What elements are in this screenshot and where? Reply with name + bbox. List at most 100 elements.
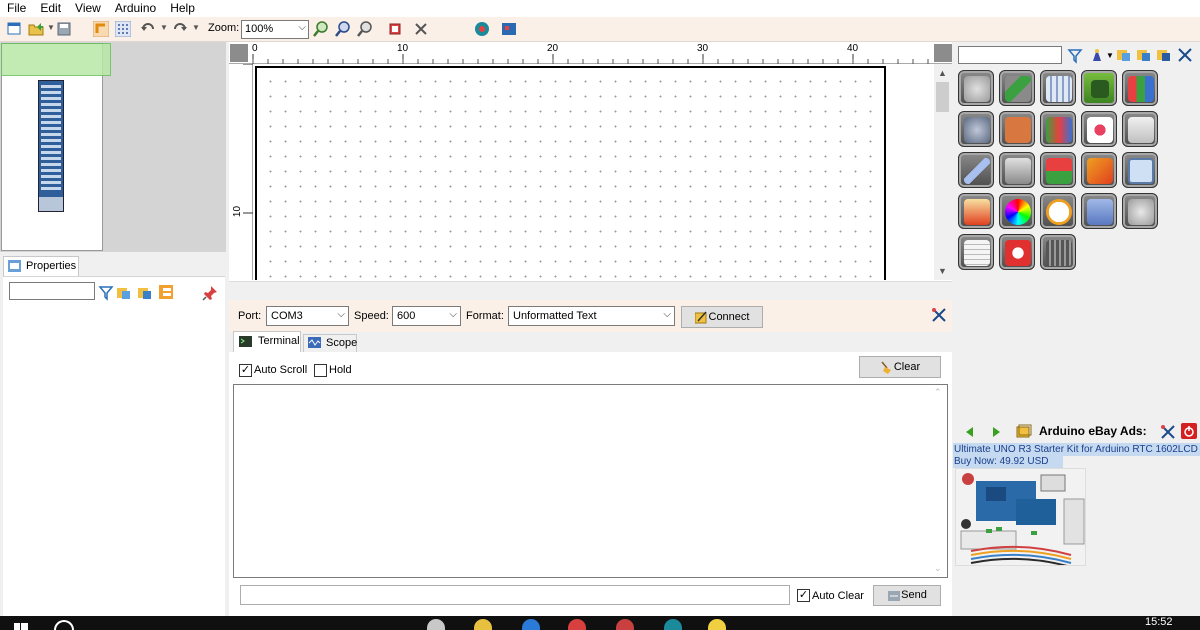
snap-icon[interactable] — [93, 21, 109, 37]
menu-edit[interactable]: Edit — [33, 0, 68, 17]
zoom-select[interactable]: 100% ⌵ — [241, 20, 309, 39]
undo-dropdown-caret[interactable]: ▼ — [160, 23, 168, 32]
component-wire-icon[interactable] — [958, 152, 994, 188]
tools-icon[interactable] — [931, 307, 947, 323]
component-icon[interactable] — [387, 21, 403, 37]
component-clock-icon[interactable] — [1040, 193, 1076, 229]
send-button[interactable]: Send — [873, 585, 941, 606]
new-file-icon[interactable] — [6, 21, 22, 37]
tab-terminal[interactable]: Terminal — [233, 331, 301, 352]
open-folder-icon[interactable] — [28, 21, 44, 37]
ad-title-link[interactable]: Ultimate UNO R3 Starter Kit for Arduino … — [953, 443, 1200, 456]
redo-icon[interactable] — [172, 21, 188, 37]
connect-button[interactable]: Connect — [681, 306, 763, 328]
scroll-up-icon[interactable]: ▲ — [938, 68, 947, 78]
component-graph-icon[interactable] — [958, 193, 994, 229]
auto-clear-checkbox[interactable]: ✓ — [797, 589, 810, 602]
chevron-down-icon[interactable]: ▼ — [1106, 51, 1114, 60]
folder-icon[interactable] — [474, 619, 492, 630]
component-switches-icon[interactable] — [1040, 152, 1076, 188]
schematic-sheet[interactable] — [255, 66, 886, 280]
tab-scope[interactable]: Scope — [303, 334, 357, 352]
redo-dropdown-caret[interactable]: ▼ — [192, 23, 200, 32]
ad-product-image[interactable] — [955, 468, 1086, 566]
component-calculator-icon[interactable] — [1040, 70, 1076, 106]
emoji-app-icon[interactable] — [708, 619, 726, 630]
component-search-input[interactable] — [958, 46, 1062, 64]
tools-icon[interactable] — [1160, 424, 1176, 440]
zoom-fit-icon[interactable] — [357, 21, 373, 37]
save-icon[interactable] — [56, 21, 72, 37]
zoom-out-icon[interactable] — [335, 21, 351, 37]
send-input[interactable] — [240, 585, 790, 605]
arduino-icon[interactable] — [664, 619, 682, 630]
edge-icon[interactable] — [522, 619, 540, 630]
filter-icon[interactable] — [98, 285, 114, 301]
component-notepad-icon[interactable] — [958, 234, 994, 270]
component-counter-icon[interactable] — [1040, 111, 1076, 147]
taskbar-app-icon[interactable] — [427, 619, 445, 630]
menu-help[interactable]: Help — [163, 0, 202, 17]
component-color-wheel-icon[interactable] — [999, 193, 1035, 229]
component-keypad-icon[interactable] — [1081, 111, 1117, 147]
component-power-icon[interactable] — [999, 234, 1035, 270]
tools-icon[interactable] — [1177, 47, 1193, 63]
ads-list-icon[interactable] — [1016, 424, 1032, 440]
canvas-scroll-thumb[interactable] — [936, 82, 949, 112]
board-icon[interactable] — [501, 21, 517, 37]
component-led-segments-icon[interactable] — [999, 111, 1035, 147]
speed-select[interactable]: 600 ⌵ — [392, 306, 461, 326]
format-select[interactable]: Unformatted Text ⌵ — [508, 306, 675, 326]
properties-search-input[interactable] — [9, 282, 95, 300]
scroll-up-icon[interactable]: ⌃ — [934, 387, 942, 398]
component-robot-icon[interactable] — [999, 152, 1035, 188]
arrow-right-icon[interactable] — [988, 424, 1004, 440]
scroll-down-icon[interactable]: ▼ — [938, 266, 947, 276]
component-servo-icon[interactable] — [1122, 193, 1158, 229]
sort-alpha-icon[interactable] — [137, 285, 153, 301]
wizard-icon[interactable] — [1089, 47, 1105, 63]
component-panel-icon[interactable] — [1081, 193, 1117, 229]
tab-properties[interactable]: Properties — [3, 256, 79, 277]
component-dip-switch-icon[interactable] — [1040, 234, 1076, 270]
menu-arduino[interactable]: Arduino — [108, 0, 163, 17]
component-motor-icon[interactable] — [958, 111, 994, 147]
terminal-output[interactable] — [233, 384, 948, 578]
component-led-array-icon[interactable] — [1081, 152, 1117, 188]
terminal-scrollbar[interactable]: ⌃ ⌄ — [930, 385, 947, 577]
expand-all-icon[interactable] — [1156, 47, 1172, 63]
component-relay-icon[interactable] — [1122, 111, 1158, 147]
pin-icon[interactable] — [202, 285, 218, 301]
panel-splitter[interactable] — [229, 281, 952, 299]
app-icon[interactable] — [616, 619, 634, 630]
open-dropdown-caret[interactable]: ▼ — [47, 23, 55, 32]
auto-scroll-checkbox[interactable]: ✓ — [239, 364, 252, 377]
undo-icon[interactable] — [140, 21, 156, 37]
arrow-left-icon[interactable] — [962, 424, 978, 440]
component-lcd-icon[interactable] — [1122, 152, 1158, 188]
component-number-display-icon[interactable] — [1122, 70, 1158, 106]
chrome-icon[interactable] — [568, 619, 586, 630]
power-icon[interactable] — [1181, 423, 1197, 439]
scroll-down-icon[interactable]: ⌄ — [934, 563, 942, 574]
sort-category-icon[interactable] — [116, 285, 132, 301]
sort-alpha-icon[interactable] — [1136, 47, 1152, 63]
filter-icon[interactable] — [1067, 48, 1083, 64]
component-chip-icon[interactable] — [1081, 70, 1117, 106]
windows-start-icon[interactable] — [14, 620, 28, 630]
component-pcb-icon[interactable] — [999, 70, 1035, 106]
grid-icon[interactable] — [115, 21, 131, 37]
clear-button[interactable]: Clear — [859, 356, 941, 378]
delete-icon[interactable] — [413, 21, 429, 37]
menu-file[interactable]: File — [0, 0, 33, 17]
zoom-in-icon[interactable] — [313, 21, 329, 37]
sort-category-icon[interactable] — [1116, 47, 1132, 63]
expand-all-icon[interactable] — [158, 284, 174, 300]
arduino-upload-icon[interactable] — [474, 21, 490, 37]
port-select[interactable]: COM3 ⌵ — [266, 306, 349, 326]
menu-view[interactable]: View — [68, 0, 108, 17]
preview-viewport[interactable] — [1, 43, 111, 76]
component-tools-icon[interactable] — [958, 70, 994, 106]
ad-price-link[interactable]: Buy Now: 49.92 USD — [953, 456, 1063, 468]
hold-checkbox[interactable] — [314, 364, 327, 377]
